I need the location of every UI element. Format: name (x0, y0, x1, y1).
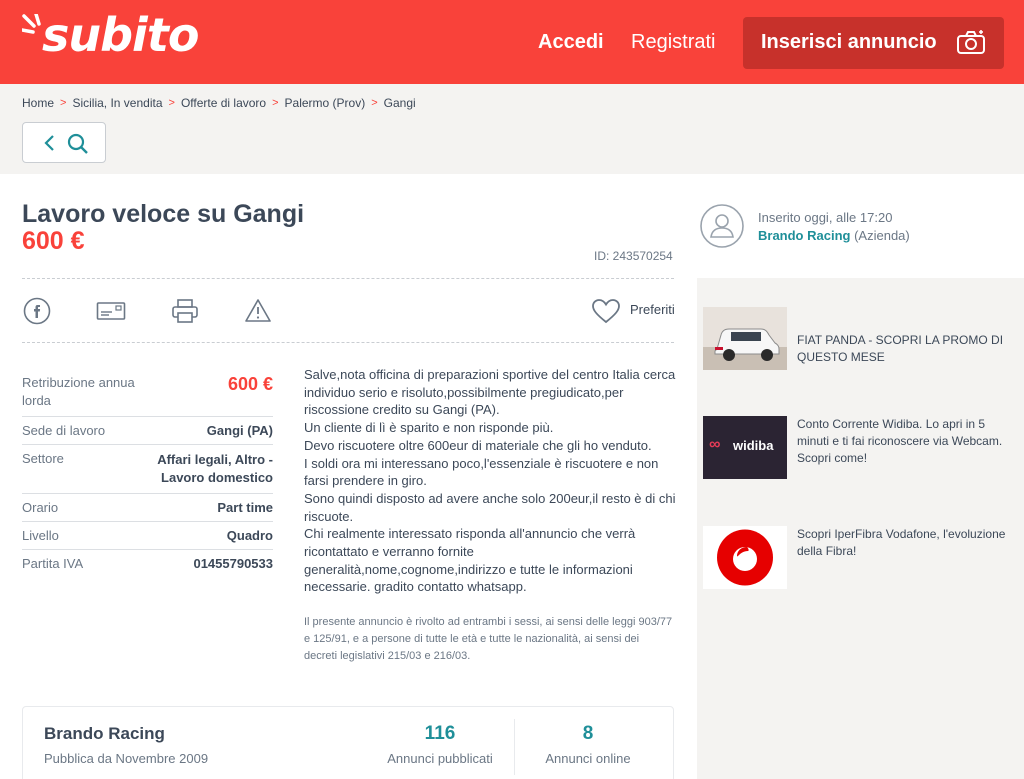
detail-label: Orario (22, 500, 59, 515)
favorites-label[interactable]: Preferiti (630, 302, 675, 317)
detail-value: Gangi (PA) (206, 423, 273, 438)
chevron-left-icon (44, 135, 54, 151)
widiba-logo-icon: ∞ widiba (703, 416, 787, 479)
breadcrumb-province[interactable]: Palermo (Prov) (285, 96, 366, 110)
login-link[interactable]: Accedi (538, 31, 604, 54)
detail-value: Affari legali, Altro - Lavoro domestico (157, 452, 273, 485)
back-to-search-button[interactable] (22, 122, 106, 163)
detail-label: Livello (22, 528, 59, 543)
posted-by: Brando Racing (Azienda) (758, 228, 910, 243)
breadcrumb-region[interactable]: Sicilia, In vendita (72, 96, 162, 110)
detail-value: Quadro (226, 528, 273, 543)
detail-row: Livello Quadro (22, 522, 273, 550)
seller-since: Pubblica da Novembre 2009 (44, 751, 209, 766)
posted-by-name[interactable]: Brando Racing (758, 228, 850, 243)
print-icon[interactable] (170, 297, 200, 325)
ad-price: 600 € (22, 227, 85, 255)
chevron-right-icon: > (371, 97, 378, 109)
detail-row: Settore Affari legali, Altro - Lavoro do… (22, 445, 273, 494)
search-icon (67, 133, 88, 154)
vodafone-logo-icon (703, 526, 787, 589)
facebook-icon[interactable] (22, 297, 52, 325)
online-count: 8 (582, 723, 594, 744)
ad-id: ID: 243570254 (594, 249, 673, 263)
legal-notice: Il presente annuncio è rivolto ad entram… (304, 616, 673, 662)
post-ad-button[interactable]: Inserisci annuncio (743, 17, 1004, 69)
car-image-icon (703, 307, 787, 370)
logo-text: subito (42, 8, 199, 62)
user-avatar-icon (700, 204, 744, 248)
report-warning-icon[interactable] (243, 297, 273, 325)
detail-row: Orario Part time (22, 494, 273, 522)
breadcrumb-town[interactable]: Gangi (384, 96, 416, 110)
detail-value: 01455790533 (193, 556, 273, 571)
promo-text: FIAT PANDA - SCOPRI LA PROMO DI QUESTO M… (797, 333, 1004, 364)
divider (514, 719, 515, 775)
seller-name[interactable]: Brando Racing (44, 724, 165, 744)
promo-text: Conto Corrente Widiba. Lo apri in 5 minu… (797, 417, 1003, 465)
published-count: 116 (424, 723, 456, 744)
breadcrumb-home[interactable]: Home (22, 96, 54, 110)
posted-time: Inserito oggi, alle 17:20 (758, 210, 893, 225)
published-label: Annunci pubblicati (387, 751, 493, 766)
widiba-logo-text: widiba (733, 438, 774, 453)
post-ad-label: Inserisci annuncio (761, 31, 937, 53)
posted-by-type: (Azienda) (854, 228, 910, 243)
detail-value: Part time (217, 500, 273, 515)
poster-info-panel (697, 174, 1024, 278)
chevron-right-icon: > (168, 97, 175, 109)
camera-icon (957, 30, 985, 54)
chevron-right-icon: > (60, 97, 67, 109)
register-link[interactable]: Registrati (631, 31, 715, 54)
divider (22, 342, 674, 343)
promo-item[interactable]: ∞ widiba Conto Corrente Widiba. Lo apri … (703, 416, 1013, 480)
detail-row: Partita IVA 01455790533 (22, 550, 273, 577)
divider (22, 278, 674, 279)
seller-box: Brando Racing Pubblica da Novembre 2009 … (22, 706, 674, 779)
site-header: subito Accedi Registrati Inserisci annun… (0, 0, 1024, 84)
ad-title: Lavoro veloce su Gangi (22, 200, 305, 228)
detail-label: Sede di lavoro (22, 423, 106, 438)
heart-icon[interactable] (591, 298, 621, 324)
ad-details-table: Retribuzione annua lorda 600 € Sede di l… (22, 370, 273, 577)
ad-description: Salve,nota officina di preparazioni spor… (304, 367, 676, 595)
online-label: Annunci online (545, 751, 631, 766)
detail-label: Partita IVA (22, 556, 84, 571)
breadcrumb-category[interactable]: Offerte di lavoro (181, 96, 266, 110)
detail-row: Retribuzione annua lorda 600 € (22, 370, 273, 417)
email-icon[interactable] (96, 297, 126, 325)
chevron-right-icon: > (272, 97, 279, 109)
detail-label: Settore (22, 451, 64, 466)
subito-logo[interactable]: subito (22, 8, 202, 72)
detail-label: Retribuzione annua lorda (22, 375, 135, 408)
promo-text: Scopri IperFibra Vodafone, l'evoluzione … (797, 527, 1006, 558)
detail-row: Sede di lavoro Gangi (PA) (22, 417, 273, 445)
detail-value: 600 € (227, 374, 273, 394)
promo-item[interactable]: FIAT PANDA - SCOPRI LA PROMO DI QUESTO M… (703, 307, 1013, 371)
promo-item[interactable]: Scopri IperFibra Vodafone, l'evoluzione … (703, 526, 1013, 590)
breadcrumb: Home > Sicilia, In vendita > Offerte di … (22, 96, 416, 110)
